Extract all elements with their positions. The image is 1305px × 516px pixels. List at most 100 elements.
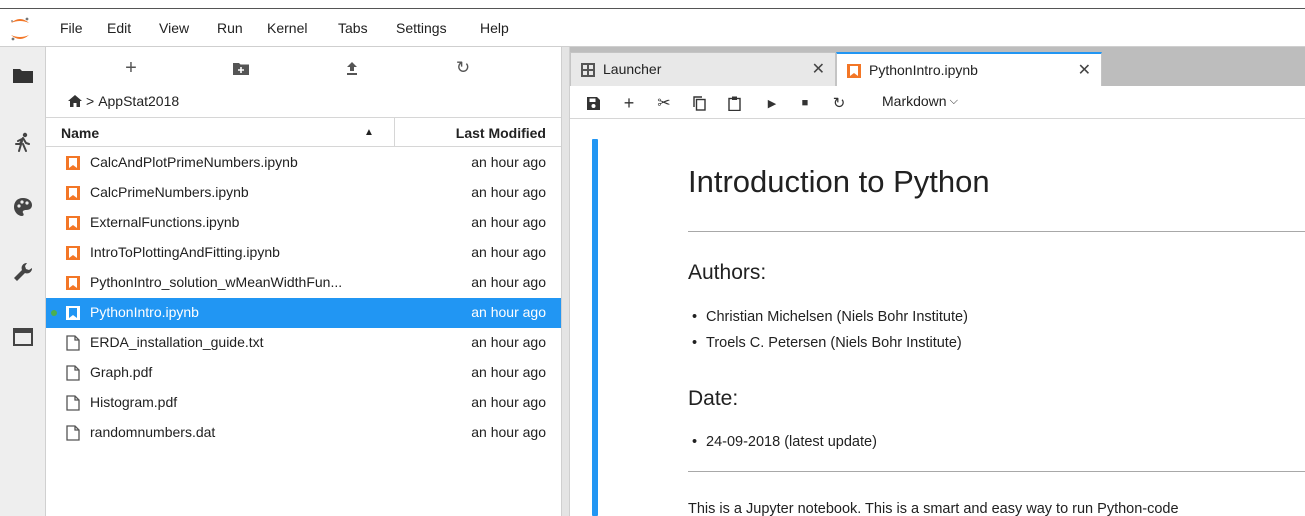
column-header-name[interactable]: Name <box>61 125 99 141</box>
file-row[interactable]: PythonIntro_solution_wMeanWidthFun... an … <box>46 268 561 298</box>
file-modified: an hour ago <box>471 304 546 320</box>
new-launcher-button[interactable]: + <box>116 55 146 81</box>
restart-kernel-button[interactable]: ↻ <box>828 92 850 114</box>
breadcrumb-item[interactable]: AppStat2018 <box>98 93 179 109</box>
menu-kernel[interactable]: Kernel <box>267 20 307 36</box>
notebook-icon <box>66 216 80 230</box>
notebook-toolbar: + ✂ ▶ ■ ↻ Markdown ⌵ <box>570 86 1305 119</box>
command-palette-tab[interactable] <box>0 187 46 227</box>
file-list: CalcAndPlotPrimeNumbers.ipynb an hour ago… <box>46 148 561 448</box>
file-modified: an hour ago <box>471 334 546 350</box>
notebook-icon <box>66 276 80 290</box>
running-sessions-tab[interactable] <box>0 122 46 162</box>
file-row[interactable]: CalcPrimeNumbers.ipynb an hour ago <box>46 178 561 208</box>
sort-ascending-icon: ▲ <box>364 127 374 138</box>
menu-help[interactable]: Help <box>480 20 509 36</box>
tab-label: Launcher <box>603 61 662 77</box>
file-row[interactable]: ExternalFunctions.ipynb an hour ago <box>46 208 561 238</box>
running-indicator-icon <box>51 310 57 316</box>
file-list-header: Name ▲ Last Modified <box>46 117 561 147</box>
property-inspector-tab[interactable] <box>0 252 46 292</box>
file-modified: an hour ago <box>471 364 546 380</box>
refresh-button[interactable]: ↻ <box>448 55 478 81</box>
file-row[interactable]: Histogram.pdf an hour ago <box>46 388 561 418</box>
cell-type-dropdown[interactable]: Markdown ⌵ <box>882 93 958 109</box>
authors-heading: Authors: <box>688 261 767 284</box>
file-row[interactable]: CalcAndPlotPrimeNumbers.ipynb an hour ago <box>46 148 561 178</box>
scissors-icon: ✂ <box>657 95 671 112</box>
wrench-icon <box>14 262 33 281</box>
plus-icon: + <box>623 92 635 113</box>
home-icon[interactable] <box>68 95 82 107</box>
file-name: PythonIntro_solution_wMeanWidthFun... <box>90 274 343 290</box>
main-area: Launcher ✕ PythonIntro.ipynb ✕ + ✂ ▶ ■ ↻… <box>570 47 1305 516</box>
insert-cell-button[interactable]: + <box>618 92 640 114</box>
window-top-edge <box>0 0 1305 9</box>
close-icon[interactable]: ✕ <box>1078 60 1091 80</box>
divider <box>688 471 1305 472</box>
tabs-tab[interactable] <box>0 317 46 357</box>
copy-button[interactable] <box>688 92 710 114</box>
active-cell-indicator[interactable] <box>592 139 598 516</box>
cut-button[interactable]: ✂ <box>653 92 675 114</box>
file-modified: an hour ago <box>471 244 546 260</box>
file-modified: an hour ago <box>471 424 546 440</box>
column-header-modified[interactable]: Last Modified <box>456 125 546 141</box>
file-row[interactable]: PythonIntro.ipynb an hour ago <box>46 298 561 328</box>
save-button[interactable] <box>582 92 604 114</box>
plus-icon: + <box>125 56 137 79</box>
file-modified: an hour ago <box>471 154 546 170</box>
file-modified: an hour ago <box>471 214 546 230</box>
menu-run[interactable]: Run <box>217 20 243 36</box>
panel-splitter[interactable] <box>561 47 570 516</box>
interrupt-button[interactable]: ■ <box>794 92 816 114</box>
file-modified: an hour ago <box>471 184 546 200</box>
clipboard-icon <box>727 96 741 111</box>
file-row[interactable]: ERDA_installation_guide.txt an hour ago <box>46 328 561 358</box>
date-heading: Date: <box>688 387 739 410</box>
tab-python-intro[interactable]: PythonIntro.ipynb ✕ <box>836 52 1102 86</box>
file-browser-toolbar: + ↻ <box>46 47 561 89</box>
play-icon: ▶ <box>767 97 777 110</box>
menu-edit[interactable]: Edit <box>107 20 131 36</box>
file-modified: an hour ago <box>471 274 546 290</box>
left-activity-bar <box>0 47 46 516</box>
file-name: CalcAndPlotPrimeNumbers.ipynb <box>90 154 298 170</box>
notebook-title: Introduction to Python <box>688 164 990 199</box>
tab-launcher[interactable]: Launcher ✕ <box>570 52 836 86</box>
file-icon <box>66 365 80 381</box>
breadcrumb: > AppStat2018 <box>68 93 179 109</box>
tab-bar: Launcher ✕ PythonIntro.ipynb ✕ <box>570 47 1305 86</box>
upload-button[interactable] <box>337 55 367 81</box>
launcher-icon <box>581 63 595 77</box>
menu-bar: File Edit View Run Kernel Tabs Settings … <box>0 10 1305 47</box>
author-item: Troels C. Petersen (Niels Bohr Institute… <box>692 335 962 351</box>
notebook-icon <box>66 186 80 200</box>
file-row[interactable]: IntroToPlottingAndFitting.ipynb an hour a… <box>46 238 561 268</box>
run-button[interactable]: ▶ <box>761 92 783 114</box>
file-browser-tab[interactable] <box>0 55 46 95</box>
intro-paragraph: This is a Jupyter notebook. This is a sm… <box>688 501 1179 516</box>
menu-settings[interactable]: Settings <box>396 20 447 36</box>
copy-icon <box>692 95 706 111</box>
date-item: 24-09-2018 (latest update) <box>692 434 877 450</box>
running-icon <box>15 132 30 152</box>
notebook-content[interactable]: Introduction to Python Authors: Christia… <box>570 119 1305 516</box>
file-name: PythonIntro.ipynb <box>90 304 199 320</box>
file-icon <box>66 335 80 351</box>
file-name: ExternalFunctions.ipynb <box>90 214 240 230</box>
refresh-icon: ↻ <box>832 95 846 112</box>
paste-button[interactable] <box>723 92 745 114</box>
folder-icon <box>13 69 33 83</box>
stop-icon: ■ <box>801 97 809 109</box>
breadcrumb-separator: > <box>86 93 95 109</box>
new-folder-button[interactable] <box>226 55 256 81</box>
file-row[interactable]: Graph.pdf an hour ago <box>46 358 561 388</box>
menu-view[interactable]: View <box>159 20 189 36</box>
menu-tabs[interactable]: Tabs <box>338 20 368 36</box>
menu-file[interactable]: File <box>60 20 83 36</box>
file-name: Histogram.pdf <box>90 394 178 410</box>
new-folder-icon <box>233 62 249 75</box>
close-icon[interactable]: ✕ <box>812 59 825 79</box>
file-row[interactable]: randomnumbers.dat an hour ago <box>46 418 561 448</box>
